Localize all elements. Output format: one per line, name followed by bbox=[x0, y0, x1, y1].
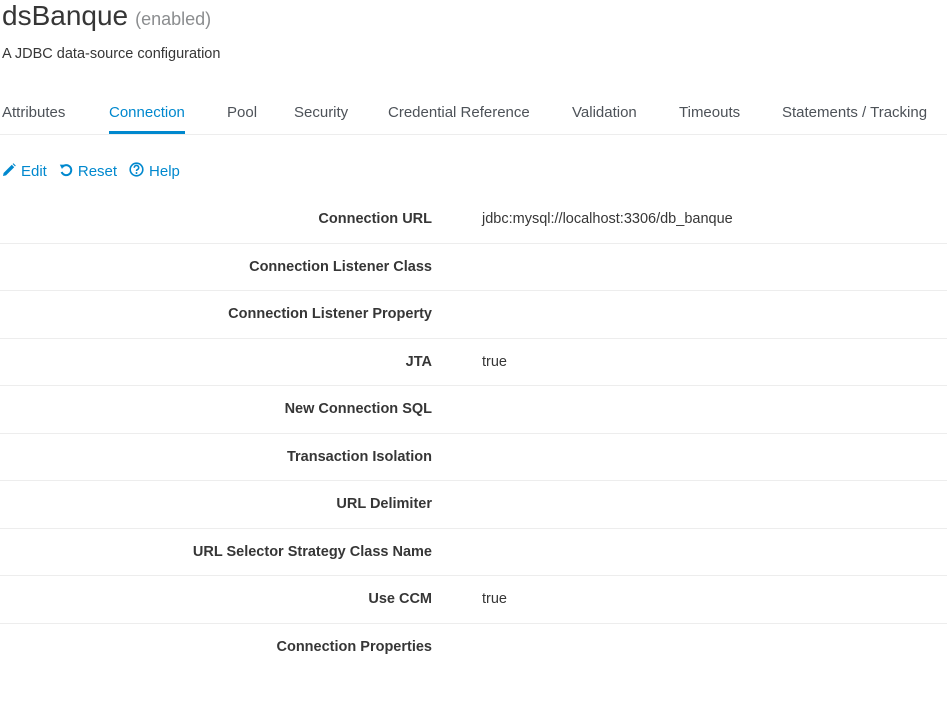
attribute-label: Use CCM bbox=[368, 591, 432, 607]
tab-validation[interactable]: Validation bbox=[572, 96, 637, 134]
attribute-value: true bbox=[482, 591, 507, 607]
attribute-label: Transaction Isolation bbox=[286, 448, 432, 465]
page-description: A JDBC data-source configuration bbox=[2, 46, 221, 62]
attribute-label: Connection Listener Property bbox=[228, 306, 432, 322]
help-label: Help bbox=[149, 163, 180, 180]
attribute-label: JTA bbox=[405, 353, 432, 370]
attribute-value: jdbc:mysql://localhost:3306/db_banque bbox=[482, 211, 733, 227]
attribute-row-new-connection-sql: New Connection SQL bbox=[0, 386, 947, 434]
attribute-row-connection-url: Connection URL jdbc:mysql://localhost:33… bbox=[0, 196, 947, 244]
question-circle-icon bbox=[129, 162, 149, 181]
edit-label: Edit bbox=[21, 163, 47, 180]
attribute-label: Connection Listener Class bbox=[249, 258, 432, 275]
tab-attributes[interactable]: Attributes bbox=[2, 96, 65, 134]
datasource-page: dsBanque (enabled) A JDBC data-source co… bbox=[0, 0, 947, 725]
attribute-label: URL Selector Strategy Class Name bbox=[192, 543, 432, 560]
tab-connection[interactable]: Connection bbox=[109, 96, 185, 134]
attribute-row-jta: JTA true bbox=[0, 339, 947, 386]
reset-button[interactable]: Reset bbox=[59, 163, 117, 181]
attribute-label: URL Delimiter bbox=[336, 496, 432, 512]
tab-bar: Attributes Connection Pool Security Cred… bbox=[0, 96, 947, 135]
reset-label: Reset bbox=[77, 163, 118, 180]
tab-pool[interactable]: Pool bbox=[227, 96, 257, 134]
pencil-icon bbox=[2, 162, 21, 181]
attribute-row-use-ccm: Use CCM true bbox=[0, 576, 947, 624]
tab-security[interactable]: Security bbox=[294, 96, 348, 134]
attribute-value: true bbox=[482, 353, 507, 370]
undo-icon bbox=[59, 163, 78, 181]
attribute-row-connection-listener-class: Connection Listener Class bbox=[0, 244, 947, 291]
attributes-table: Connection URL jdbc:mysql://localhost:33… bbox=[0, 196, 947, 671]
edit-button[interactable]: Edit bbox=[2, 162, 47, 181]
attribute-row-url-selector-strategy: URL Selector Strategy Class Name bbox=[0, 529, 947, 576]
page-title: dsBanque (enabled) bbox=[2, 0, 211, 34]
toolbar: Edit Reset Help bbox=[2, 162, 192, 181]
tab-timeouts[interactable]: Timeouts bbox=[679, 96, 740, 134]
datasource-name: dsBanque bbox=[2, 0, 129, 31]
tab-credential-reference[interactable]: Credential Reference bbox=[388, 96, 530, 134]
tab-statements-tracking[interactable]: Statements / Tracking bbox=[782, 96, 927, 134]
attribute-label: Connection URL bbox=[318, 211, 432, 227]
status-label: (enabled) bbox=[135, 9, 212, 29]
attribute-label: New Connection SQL bbox=[284, 401, 432, 417]
attribute-row-transaction-isolation: Transaction Isolation bbox=[0, 434, 947, 481]
attribute-row-connection-properties: Connection Properties bbox=[0, 624, 947, 672]
attribute-row-connection-listener-property: Connection Listener Property bbox=[0, 291, 947, 339]
attribute-row-url-delimiter: URL Delimiter bbox=[0, 481, 947, 529]
attribute-label: Connection Properties bbox=[276, 638, 433, 655]
help-button[interactable]: Help bbox=[129, 162, 180, 181]
